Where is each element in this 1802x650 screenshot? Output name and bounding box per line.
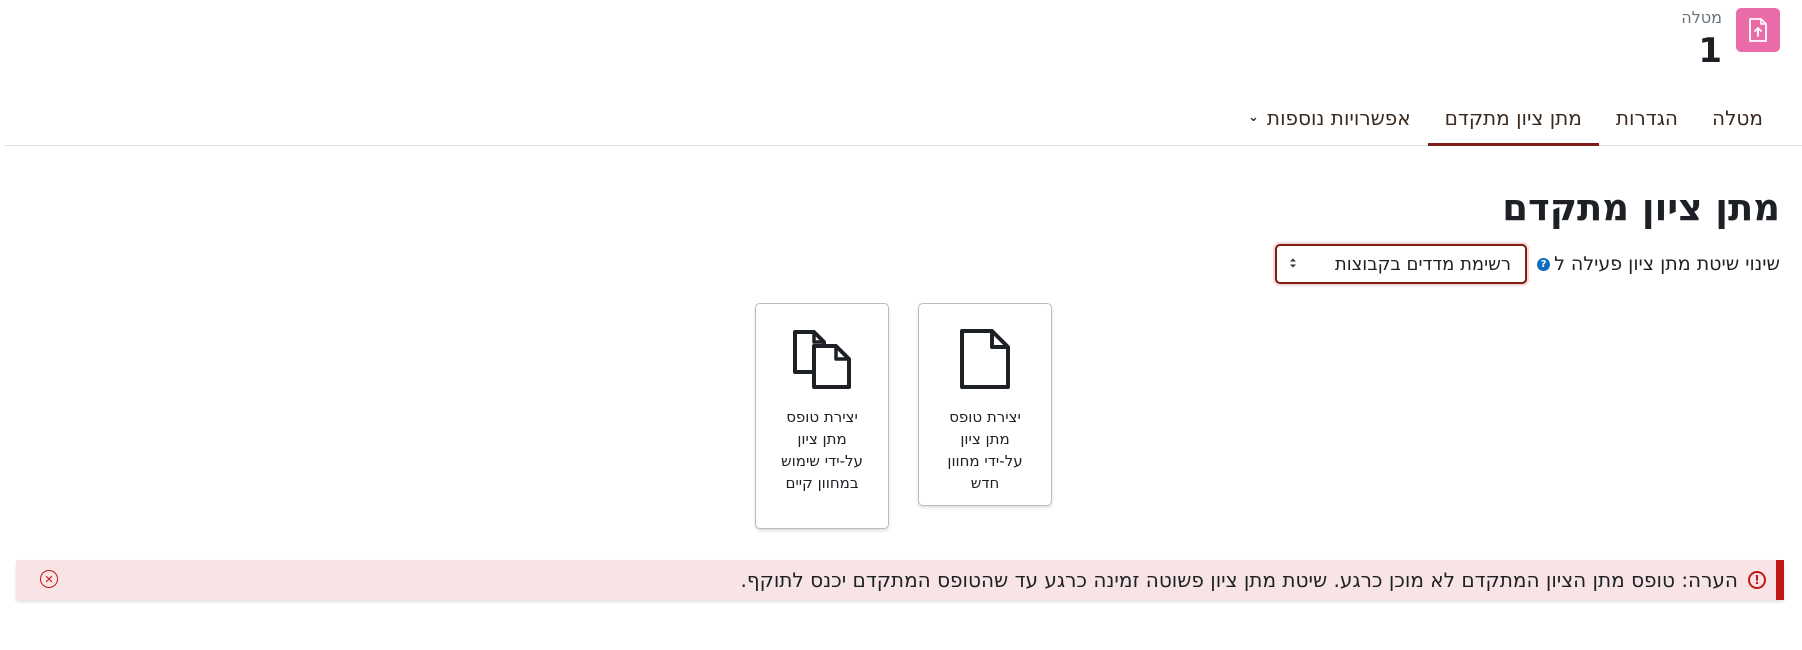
create-from-existing-card[interactable]: יצירת טופס מתן ציון על-ידי שימוש במחוון … [755,303,889,529]
grading-method-selected: רשימת מדדים בקבוצות [1334,253,1512,275]
tab-settings[interactable]: הגדרות [1599,90,1695,145]
tab-assignment[interactable]: מטלה [1695,90,1780,145]
new-document-icon [958,328,1012,394]
chevron-down-icon: ⌄ [1248,110,1259,125]
card-label: יצירת טופס מתן ציון על-ידי מחוון חדש [947,408,1023,492]
exclamation-circle-icon: ! [1748,571,1766,589]
page-title: מתן ציון מתקדם [1502,186,1780,229]
activity-type-label: מטלה [1681,8,1722,27]
card-label: יצירת טופס מתן ציון על-ידי שימוש במחוון … [781,408,863,492]
help-icon[interactable]: ? [1537,257,1551,271]
tab-label: הגדרות [1615,105,1678,130]
alert-message: הערה: טופס מתן הציון המתקדם לא מוכן כרגע… [740,568,1739,592]
secondary-navigation: מטלה הגדרות מתן ציון מתקדם אפשרויות נוספ… [4,90,1802,146]
select-arrows-icon [1289,257,1297,271]
copy-documents-icon [792,328,852,394]
tab-label: מתן ציון מתקדם [1444,105,1582,130]
warning-alert: ! הערה: טופס מתן הציון המתקדם לא מוכן כר… [16,560,1784,600]
grading-method-row: שינוי שיטת מתן ציון פעילה ל ? רשימת מדדי… [1275,244,1780,284]
activity-header: מטלה 1 [1681,8,1780,71]
grading-method-label: שינוי שיטת מתן ציון פעילה ל [1554,253,1780,275]
tab-label: אפשרויות נוספות [1266,105,1411,130]
tab-label: מטלה [1712,105,1763,130]
tab-more[interactable]: אפשרויות נוספות ⌄ [1231,90,1428,145]
close-icon[interactable]: ✕ [40,570,58,588]
create-new-form-card[interactable]: יצירת טופס מתן ציון על-ידי מחוון חדש [918,303,1052,506]
grading-method-select[interactable]: רשימת מדדים בקבוצות [1275,244,1528,284]
activity-name: 1 [1698,31,1722,71]
assignment-upload-icon [1736,8,1780,52]
tab-advanced-grading[interactable]: מתן ציון מתקדם [1427,90,1600,146]
